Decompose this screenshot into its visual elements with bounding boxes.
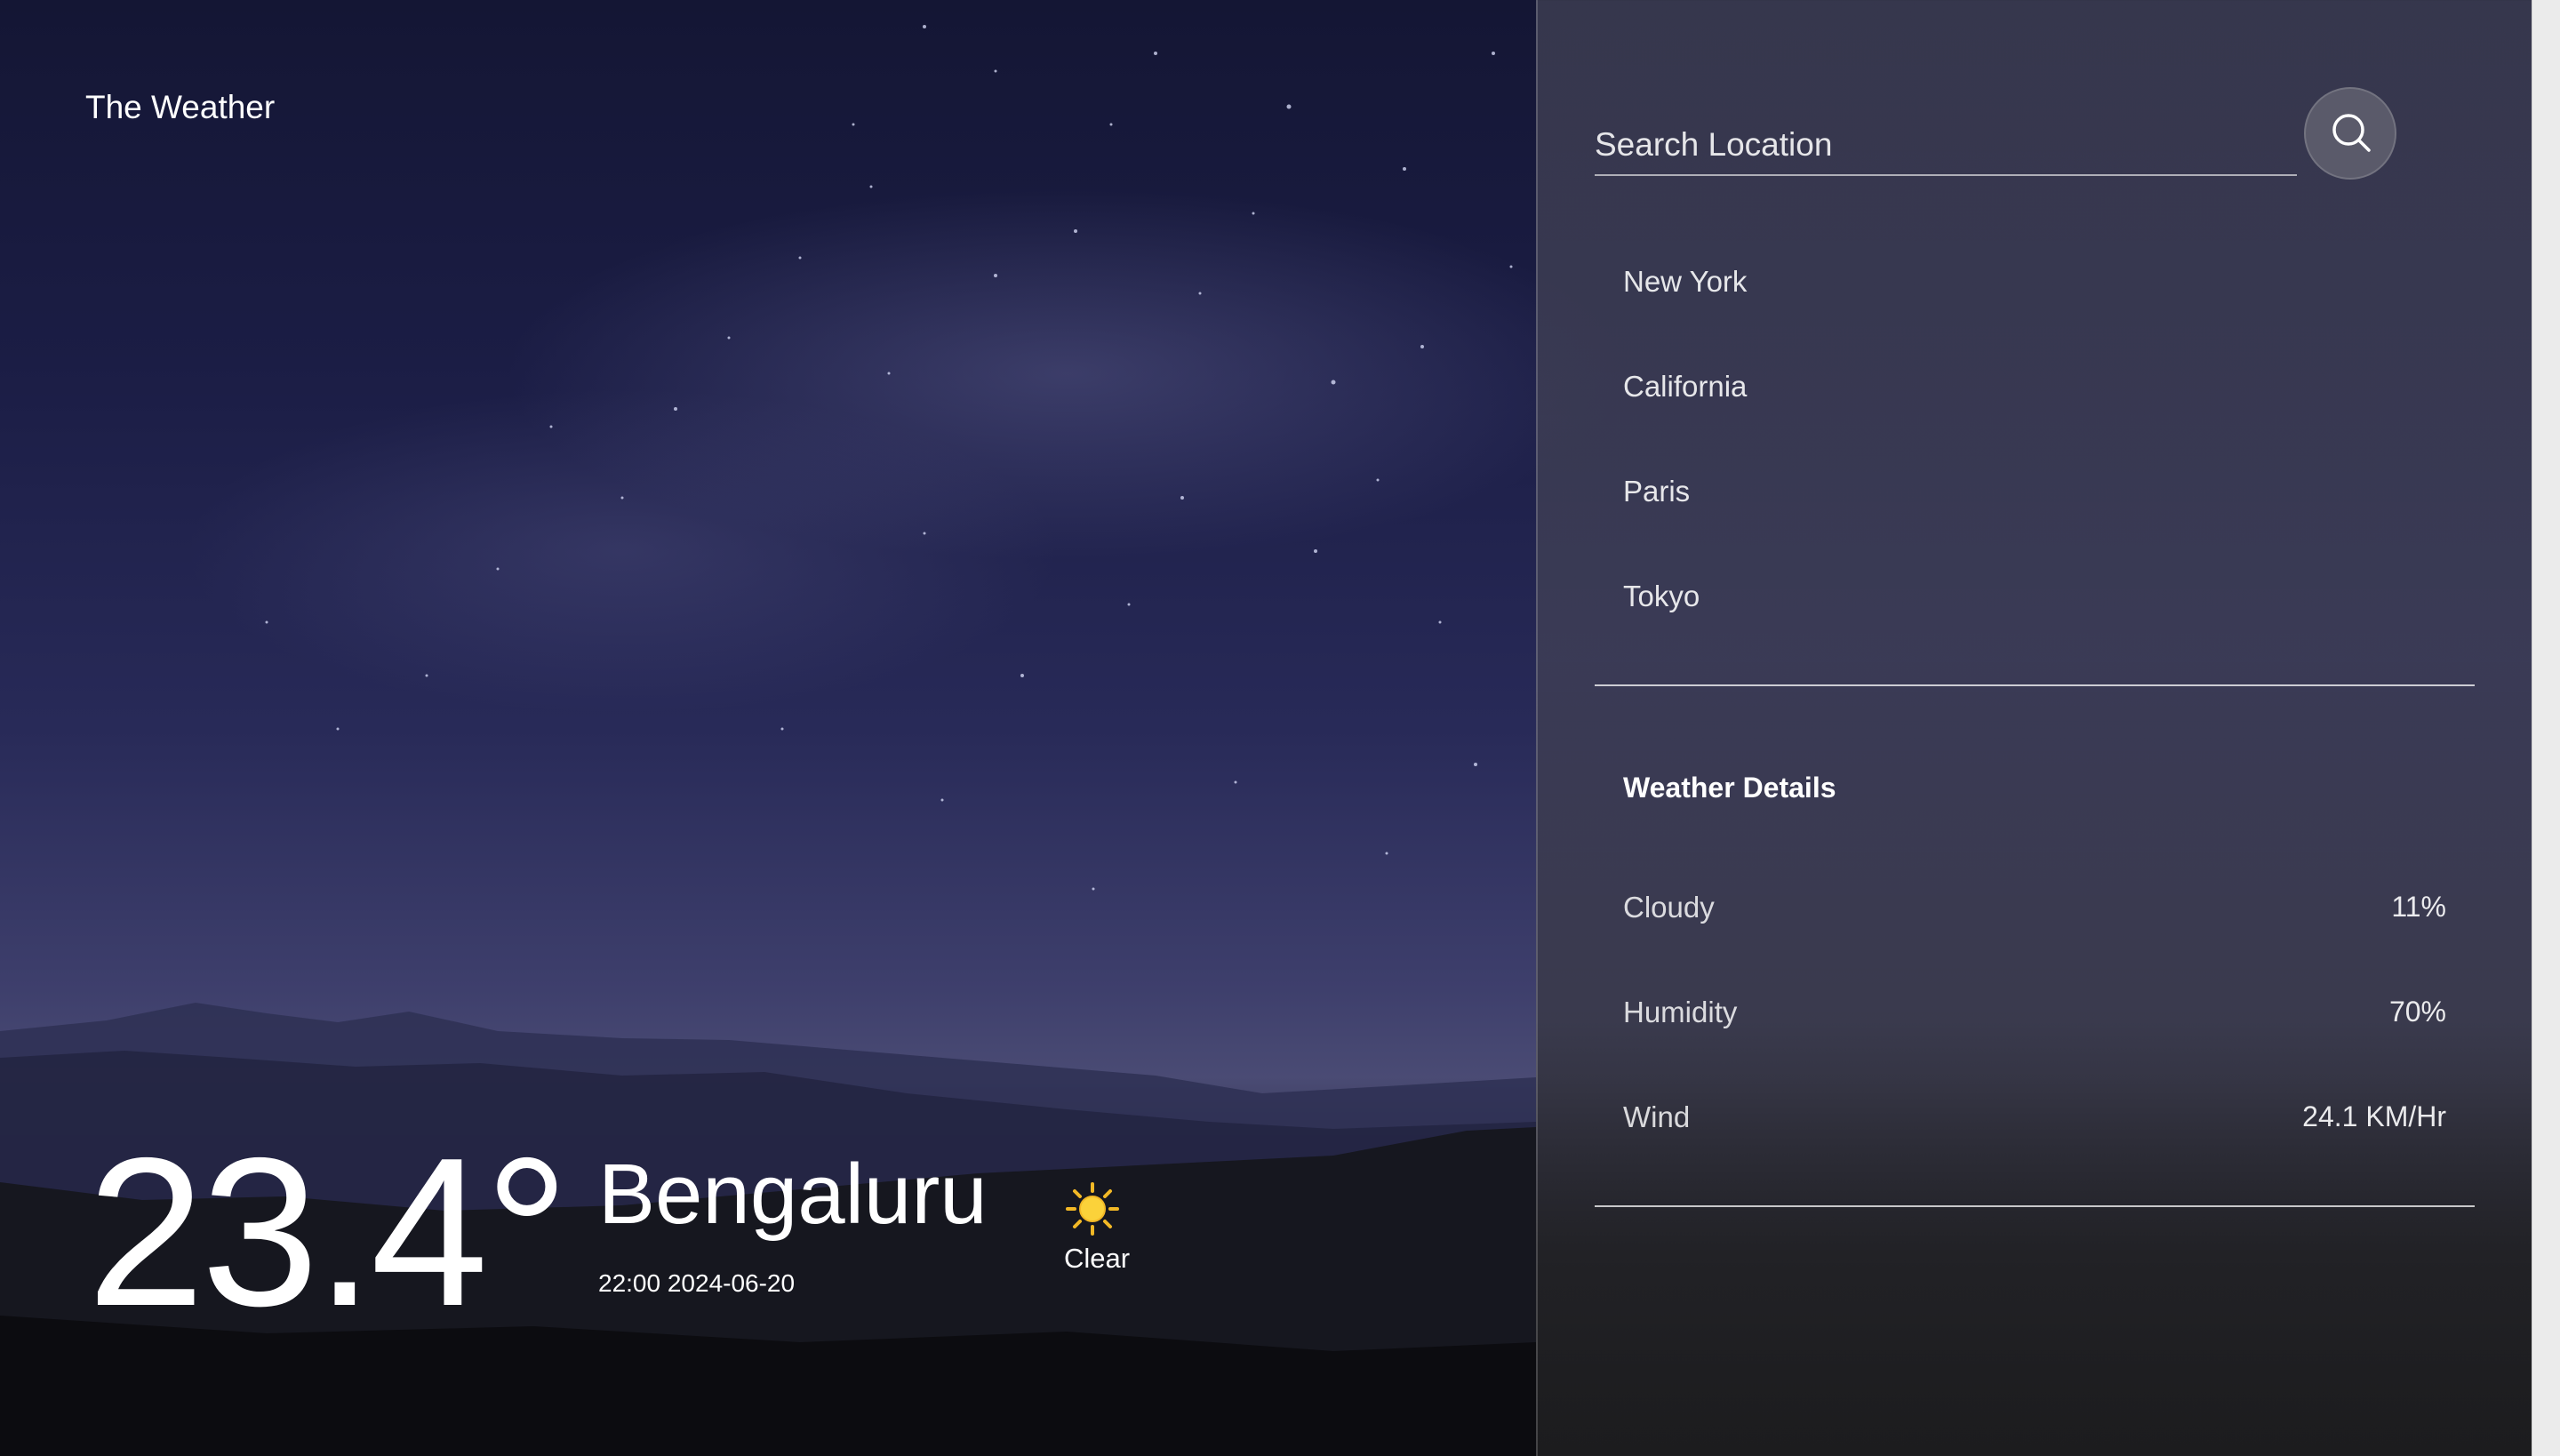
search-button[interactable]: [2304, 87, 2396, 180]
detail-label-cloudy: Cloudy: [1623, 891, 1715, 924]
detail-label-humidity: Humidity: [1623, 996, 1738, 1028]
search-icon: [2332, 114, 2371, 152]
current-temperature: 23.4°: [87, 1115, 569, 1350]
side-panel: [1536, 0, 2533, 1456]
location-item-new-york[interactable]: New York: [1623, 265, 1747, 299]
scrollbar[interactable]: [2532, 0, 2560, 1456]
city-name: Bengaluru: [598, 1147, 988, 1242]
detail-value-wind: 24.1 KM/Hr: [2302, 1100, 2446, 1132]
sun-icon: [1066, 1182, 1119, 1236]
location-item-tokyo[interactable]: Tokyo: [1623, 580, 1700, 613]
detail-value-cloudy: 11%: [2391, 891, 2446, 923]
location-item-paris[interactable]: Paris: [1623, 475, 1690, 508]
location-item-california[interactable]: California: [1623, 370, 1747, 404]
weather-details-title: Weather Details: [1623, 772, 1836, 804]
detail-label-wind: Wind: [1623, 1100, 1691, 1133]
search-input[interactable]: [1595, 116, 2297, 176]
divider: [1595, 1205, 2475, 1207]
condition-label: Clear: [1064, 1243, 1131, 1274]
divider: [1595, 684, 2475, 686]
app-brand-title: The Weather: [85, 89, 276, 125]
date-time: 22:00 2024-06-20: [598, 1269, 796, 1297]
detail-value-humidity: 70%: [2388, 996, 2446, 1028]
